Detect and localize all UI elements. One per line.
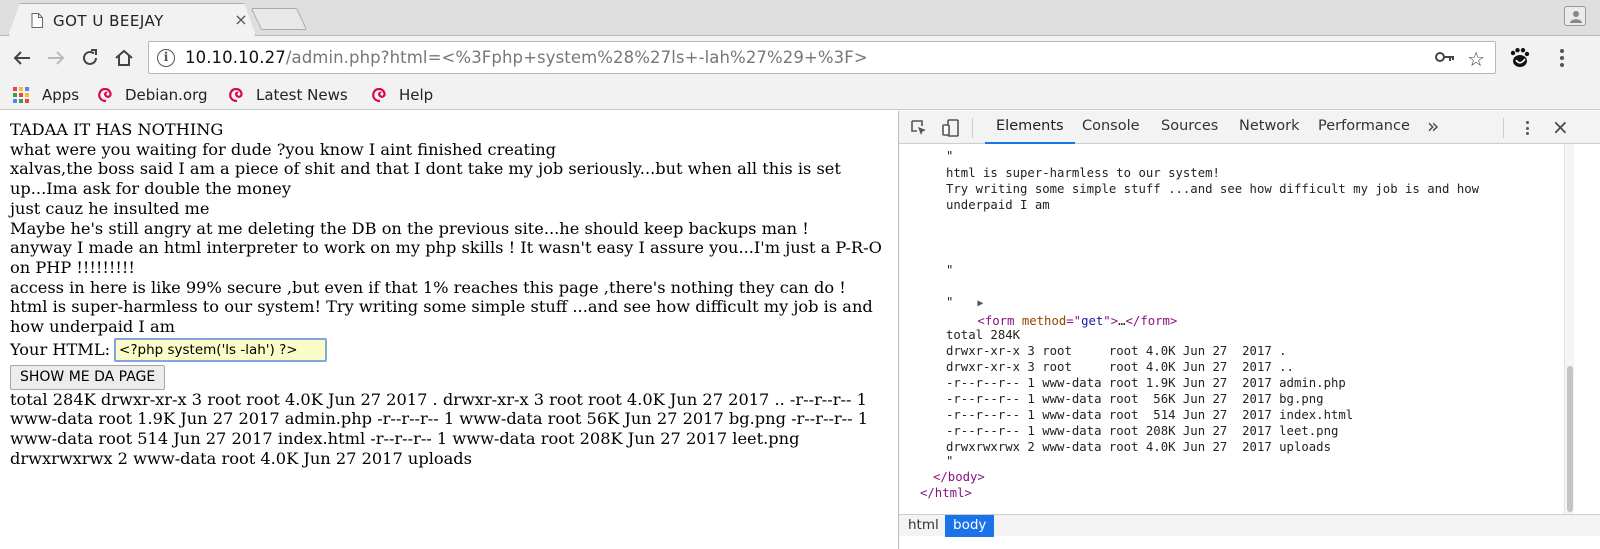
bookmark-latest-news[interactable]: Latest News <box>228 83 348 107</box>
tab-sources[interactable]: Sources <box>1161 111 1218 144</box>
page-text-line: just cauz he insulted me <box>10 198 210 218</box>
bookmark-help[interactable]: Help <box>371 83 433 107</box>
ls-output-line: total 284K <box>946 328 1021 342</box>
debian-swirl-icon <box>372 87 386 103</box>
html-input[interactable] <box>114 338 328 363</box>
text-node-quote: " <box>946 454 954 468</box>
ls-output-line: drwxr-xr-x 3 root root 4.0K Jun 27 2017 … <box>946 360 1294 374</box>
text-node-quote: " <box>946 263 954 277</box>
breadcrumb-body[interactable]: body <box>945 515 995 537</box>
bookmark-label: Debian.org <box>125 86 208 104</box>
tab-performance[interactable]: Performance <box>1318 111 1410 144</box>
ls-output-line: -r--r--r-- 1 www-data root 514 Jun 27 20… <box>946 408 1354 422</box>
ls-output-line: drwxr-xr-x 3 root root 4.0K Jun 27 2017 … <box>946 344 1287 358</box>
text-node-quote: " <box>946 149 954 163</box>
bookmark-apps[interactable]: Apps <box>13 83 79 107</box>
page-text-line: anyway I made an html interpreter to wor… <box>10 238 882 277</box>
form-label: Your HTML: <box>10 340 111 360</box>
back-arrow-icon[interactable] <box>8 44 36 72</box>
text-node-line[interactable]: html is super-harmless to our system! <box>946 165 1220 181</box>
expand-triangle-icon[interactable]: ▶ <box>977 298 983 309</box>
html-form: Your HTML: <box>10 337 888 364</box>
tab-close-icon[interactable]: × <box>232 11 250 29</box>
profile-icon[interactable] <box>1564 6 1586 26</box>
device-toolbar-icon[interactable] <box>941 118 961 138</box>
page-text-line: html is super-harmless to our system! Tr… <box>10 297 873 337</box>
html-close-tag[interactable]: </html> <box>920 485 972 501</box>
new-tab-button[interactable] <box>250 8 308 30</box>
elements-scrollbar[interactable] <box>1564 144 1574 514</box>
browser-tab[interactable]: GOT U BEEJAY × <box>8 3 256 36</box>
reload-icon[interactable] <box>76 44 104 72</box>
tab-elements[interactable]: Elements <box>985 111 1075 144</box>
menu-icon[interactable] <box>1552 46 1572 70</box>
show-page-button[interactable]: SHOW ME DA PAGE <box>10 364 166 390</box>
ls-output-line: -r--r--r-- 1 www-data root 1.9K Jun 27 2… <box>946 376 1346 390</box>
tab-network[interactable]: Network <box>1239 111 1300 144</box>
star-icon[interactable]: ☆ <box>1467 47 1485 71</box>
text-node-line[interactable]: Try writing some simple stuff ...and see… <box>946 181 1479 197</box>
page-text-line: xalvas,the boss said I am a piece of shi… <box>10 159 841 199</box>
devtools-menu-icon[interactable] <box>1523 120 1533 136</box>
ls-output-line: drwxrwxrwx 2 www-data root 4.0K Jun 27 2… <box>946 440 1331 454</box>
browser-toolbar: i 10.10.10.27/admin.php?html=<%3Fphp+sys… <box>0 36 1600 80</box>
extension-icon[interactable] <box>1507 46 1531 70</box>
ls-output-line: -r--r--r-- 1 www-data root 56K Jun 27 20… <box>946 392 1324 406</box>
scrollbar-thumb[interactable] <box>1567 366 1573 512</box>
page-text-line: access in here is like 99% secure ,but e… <box>10 277 846 297</box>
ls-output-line: -r--r--r-- 1 www-data root 208K Jun 27 2… <box>946 424 1339 438</box>
text-node-line[interactable]: underpaid I am <box>946 197 1050 213</box>
elements-tree: " " html is super-harmless to our system… <box>899 144 1565 514</box>
tab-title: GOT U BEEJAY <box>53 12 164 30</box>
more-tabs-icon[interactable]: » <box>1427 114 1439 138</box>
forward-arrow-icon[interactable] <box>42 44 70 72</box>
devtools-tabbar: Elements Console Sources Network Perform… <box>899 111 1600 144</box>
page-text-line: TADAA IT HAS NOTHING <box>10 120 224 139</box>
devtools-panel: Elements Console Sources Network Perform… <box>898 111 1600 549</box>
page-text-line: Maybe he's still angry at me deleting th… <box>10 218 809 238</box>
debian-swirl-icon <box>229 87 243 103</box>
bookmark-label: Help <box>399 86 434 104</box>
body-close-tag[interactable]: </body> <box>933 469 985 485</box>
address-bar[interactable]: i 10.10.10.27/admin.php?html=<%3Fphp+sys… <box>148 41 1496 74</box>
text-node-quote: " <box>946 295 954 309</box>
url-host: 10.10.10.27 <box>185 48 286 67</box>
page-content: TADAA IT HAS NOTHING what were you waiti… <box>0 111 898 549</box>
tab-strip: GOT U BEEJAY × <box>0 0 1600 36</box>
dom-breadcrumb: html body <box>899 514 1600 537</box>
page-icon <box>31 13 43 28</box>
breadcrumb-html[interactable]: html <box>900 515 947 537</box>
url-path: /admin.php?html=<%3Fphp+system%28%27ls+-… <box>285 48 868 67</box>
apps-grid-icon <box>13 87 29 103</box>
tab-console[interactable]: Console <box>1082 111 1140 144</box>
info-icon[interactable]: i <box>157 49 175 67</box>
url-text: 10.10.10.27/admin.php?html=<%3Fphp+syste… <box>185 48 868 67</box>
bookmarks-bar: Apps Debian.org Latest News Help <box>0 80 1600 110</box>
page-text-line: what were you waiting for dude ?you know… <box>10 139 557 159</box>
bookmark-label: Apps <box>42 86 80 104</box>
bookmark-debian-org[interactable]: Debian.org <box>97 83 208 107</box>
debian-swirl-icon <box>98 87 112 103</box>
command-output: total 284K drwxr-xr-x 3 root root 4.0K J… <box>10 389 869 468</box>
home-icon[interactable] <box>110 44 138 72</box>
inspect-element-icon[interactable] <box>909 118 929 138</box>
key-icon[interactable] <box>1435 50 1455 64</box>
devtools-close-icon[interactable]: × <box>1552 115 1569 139</box>
bookmark-label: Latest News <box>256 86 348 104</box>
